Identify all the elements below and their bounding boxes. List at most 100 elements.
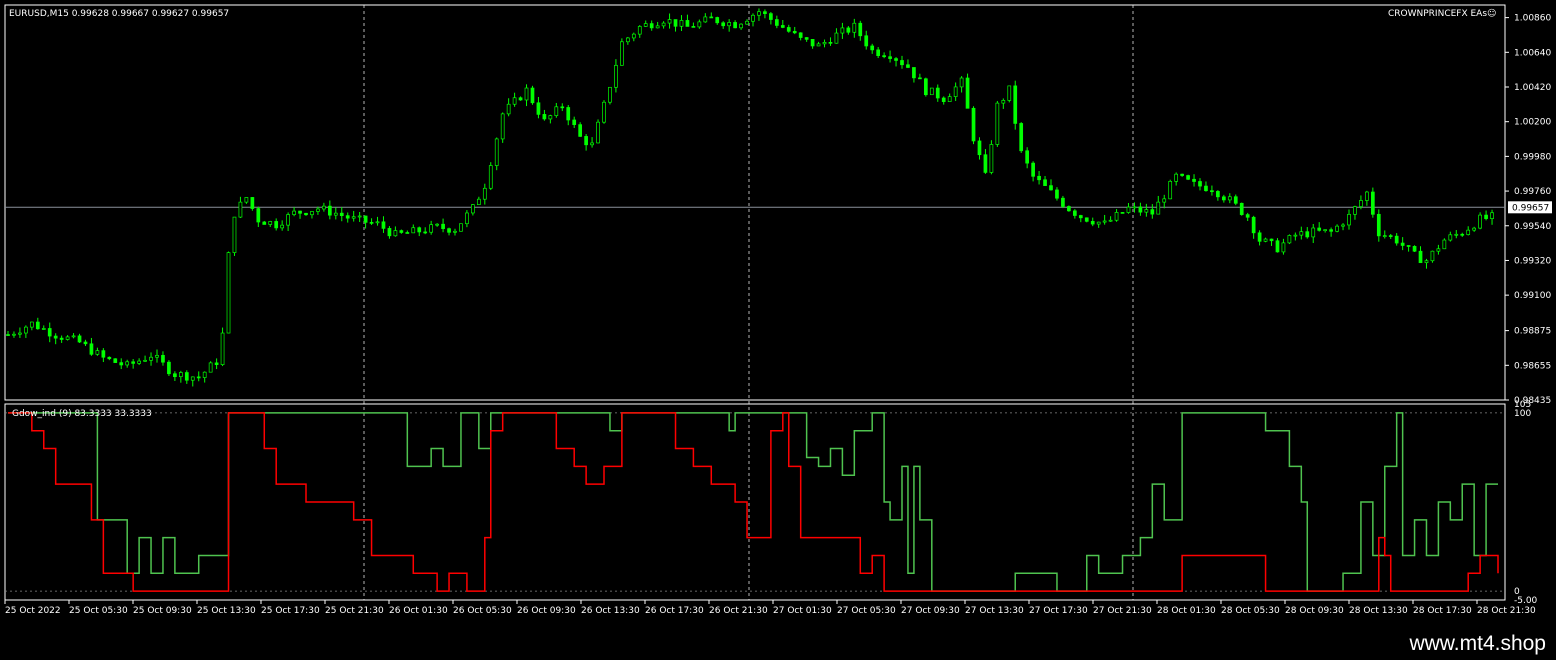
candle xyxy=(482,183,487,205)
candle-body xyxy=(488,165,493,189)
candle-body xyxy=(71,335,76,338)
candle xyxy=(774,15,779,29)
candle-body xyxy=(912,67,916,79)
indicator-panel-border xyxy=(4,403,1506,601)
candle-body xyxy=(1263,238,1268,242)
candle-body xyxy=(548,115,553,120)
time-tick-label: 25 Oct 13:30 xyxy=(197,606,256,616)
candle-body xyxy=(1341,224,1345,227)
candle-body xyxy=(167,361,171,375)
candle xyxy=(1198,178,1202,191)
candle-body xyxy=(1448,234,1453,241)
candle xyxy=(1418,246,1423,264)
candle-body xyxy=(1049,185,1053,191)
candle-body xyxy=(769,13,773,20)
candle xyxy=(1394,233,1399,246)
candle-body xyxy=(298,210,302,214)
candle-body xyxy=(1245,214,1250,218)
symbol-header: EURUSD,M15 0.99628 0.99667 0.99627 0.996… xyxy=(9,9,229,19)
candle-body xyxy=(590,142,594,146)
candle xyxy=(178,370,183,383)
price-tick-label: 0.99540 xyxy=(1514,222,1551,232)
candle-body xyxy=(566,107,571,121)
candle xyxy=(220,327,225,367)
candle-body xyxy=(262,221,267,225)
candle-body xyxy=(977,140,982,156)
candle-body xyxy=(345,215,350,219)
candle-body xyxy=(1204,185,1208,192)
candle-body xyxy=(876,49,881,56)
candle-body xyxy=(512,97,517,105)
candle-body xyxy=(1180,173,1184,176)
candle-body xyxy=(363,215,368,223)
candle-body xyxy=(292,210,296,215)
candle-body xyxy=(369,222,374,224)
candle xyxy=(870,43,875,54)
candle xyxy=(542,109,547,121)
candle-body xyxy=(852,22,857,33)
candle xyxy=(685,14,690,27)
candle-body xyxy=(89,343,94,355)
candle-body xyxy=(1072,210,1077,216)
candle-body xyxy=(751,14,755,22)
candle-body xyxy=(1239,202,1244,215)
candle-body xyxy=(774,19,779,26)
candle-body xyxy=(655,25,660,29)
candle xyxy=(381,216,386,233)
candle xyxy=(1221,194,1226,203)
candle xyxy=(637,25,642,38)
candle xyxy=(1150,204,1155,219)
candle xyxy=(6,331,10,336)
candle xyxy=(1472,226,1477,232)
candle xyxy=(1347,209,1351,230)
candle xyxy=(733,20,737,29)
candle xyxy=(447,227,451,236)
candle-body xyxy=(1412,246,1417,252)
candle xyxy=(1233,194,1238,206)
candle-body xyxy=(113,358,118,363)
candle-body xyxy=(304,212,308,216)
candle xyxy=(1245,212,1250,221)
candle xyxy=(1192,174,1196,187)
candle-body xyxy=(1442,239,1447,250)
candle-body xyxy=(1150,209,1155,215)
candle xyxy=(95,347,100,356)
candle xyxy=(1293,232,1298,241)
candle-body xyxy=(232,216,237,253)
candle-body xyxy=(733,22,737,29)
candle xyxy=(339,207,344,222)
candle-body xyxy=(900,60,904,66)
candle-body xyxy=(947,96,952,102)
candles-layer xyxy=(6,8,1494,387)
candle xyxy=(506,98,511,117)
time-tick-label: 26 Oct 09:30 xyxy=(517,606,576,616)
candle xyxy=(572,116,577,128)
candle xyxy=(953,82,958,102)
candle-body xyxy=(1400,242,1405,246)
candle xyxy=(560,103,565,112)
brand-label: CROWNPRINCEFX EAs☺ xyxy=(1388,8,1496,19)
candle xyxy=(35,317,40,330)
candle-body xyxy=(357,215,362,218)
candle-body xyxy=(506,103,511,115)
chart-canvas: 1.00860 1.00640 1.00420 1.00200 0.99980 0.997… xyxy=(4,4,1552,616)
candle xyxy=(769,12,773,25)
candle-body xyxy=(822,41,827,45)
price-tick-label: 0.99320 xyxy=(1514,256,1551,266)
candle xyxy=(1168,179,1173,200)
candle-body xyxy=(1275,240,1280,253)
candle-body xyxy=(155,355,159,358)
candle-body xyxy=(1311,227,1316,238)
price-tick-label: 1.00420 xyxy=(1514,83,1551,93)
candle xyxy=(661,21,666,29)
time-tick-label: 28 Oct 01:30 xyxy=(1157,606,1216,616)
candle xyxy=(113,358,118,363)
candle xyxy=(1353,205,1357,220)
candle-body xyxy=(1269,238,1274,242)
candle-body xyxy=(554,106,559,116)
candle xyxy=(1406,245,1411,252)
candle xyxy=(691,22,696,28)
candle-body xyxy=(1114,212,1119,221)
candle-body xyxy=(971,107,976,142)
candle-body xyxy=(709,16,714,19)
